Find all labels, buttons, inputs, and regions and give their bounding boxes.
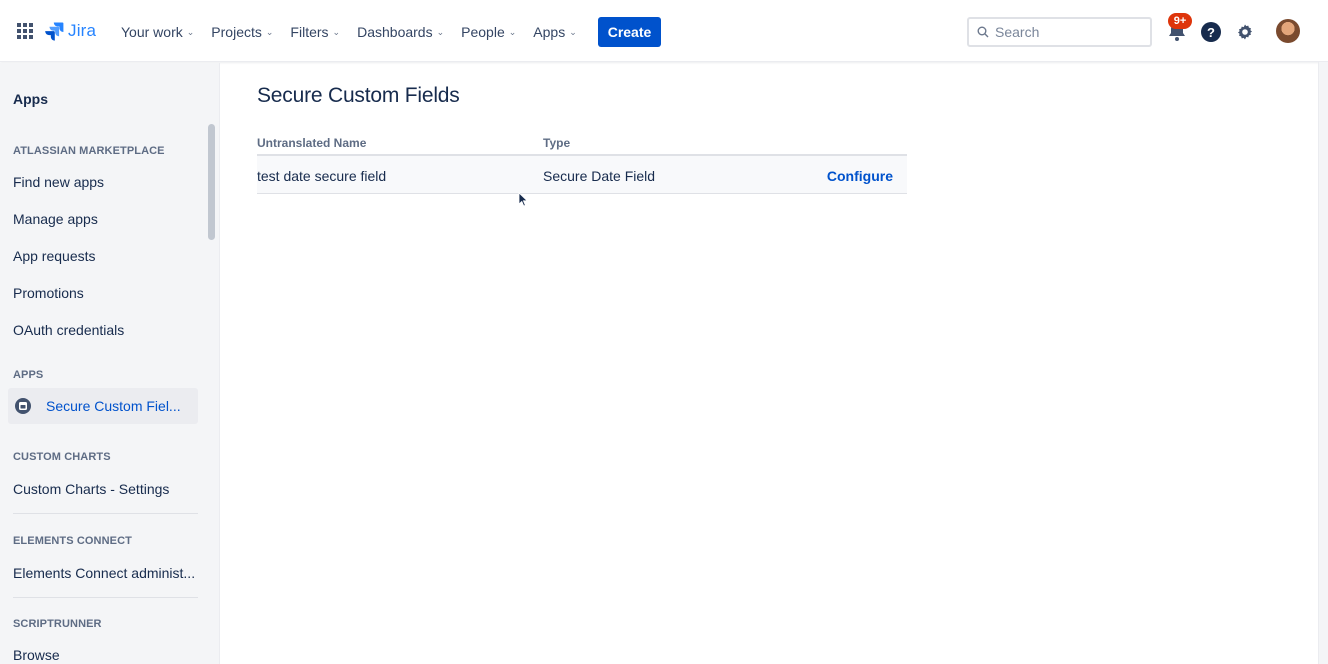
sidebar-item-browse[interactable]: Browse [13, 647, 60, 663]
section-apps: APPS [13, 369, 44, 381]
chevron-down-icon: ⌄ [265, 27, 274, 37]
column-header-type[interactable]: Type [543, 136, 570, 150]
sidebar-item-find-new-apps[interactable]: Find new apps [13, 174, 104, 190]
nav-label: Projects [211, 24, 262, 40]
sidebar-divider [13, 597, 198, 598]
nav-label: People [461, 24, 505, 40]
sidebar-item-label: Secure Custom Fiel... [46, 398, 181, 414]
sidebar-heading: Apps [13, 91, 48, 107]
field-type-cell: Secure Date Field [543, 168, 656, 184]
nav-label: Filters [290, 24, 329, 40]
configure-link[interactable]: Configure [827, 168, 893, 184]
logo-text: Jira [68, 21, 97, 40]
page-title: Secure Custom Fields [257, 84, 460, 107]
nav-dashboards[interactable]: Dashboards ⌄ [357, 24, 444, 40]
sidebar-item-elements-connect-admin[interactable]: Elements Connect administ... [13, 565, 195, 581]
nav-label: Dashboards [357, 24, 433, 40]
nav-people[interactable]: People ⌄ [461, 24, 516, 40]
chevron-down-icon: ⌄ [436, 27, 445, 37]
section-atlassian-marketplace: ATLASSIAN MARKETPLACE [13, 145, 165, 157]
chevron-down-icon: ⌄ [332, 27, 341, 37]
table-header: Untranslated Name Type [257, 130, 907, 156]
page-scrollbar[interactable] [1318, 62, 1328, 664]
mouse-cursor-icon [518, 192, 528, 207]
nav-your-work[interactable]: Your work ⌄ [121, 24, 194, 40]
search-box[interactable] [967, 17, 1152, 47]
sidebar-item-secure-custom-fields[interactable]: Secure Custom Fiel... [8, 388, 198, 424]
chevron-down-icon: ⌄ [508, 27, 517, 37]
search-icon [977, 26, 989, 38]
nav-filters[interactable]: Filters ⌄ [290, 24, 340, 40]
sidebar-item-custom-charts-settings[interactable]: Custom Charts - Settings [13, 481, 169, 497]
jira-logo[interactable]: Jira [44, 20, 96, 42]
secure-field-app-icon [15, 398, 31, 414]
section-scriptrunner: SCRIPTRUNNER [13, 618, 102, 630]
field-name-cell: test date secure field [257, 168, 387, 184]
chevron-down-icon: ⌄ [186, 27, 195, 37]
section-elements-connect: ELEMENTS CONNECT [13, 535, 132, 547]
nav-label: Apps [533, 24, 566, 40]
search-input[interactable] [995, 24, 1135, 40]
sidebar-item-oauth-credentials[interactable]: OAuth credentials [13, 322, 124, 338]
avatar[interactable] [1276, 19, 1300, 43]
custom-fields-table: Untranslated Name Type test date secure … [257, 130, 907, 194]
jira-logo-icon [45, 22, 64, 41]
primary-nav: Your work ⌄ Projects ⌄ Filters ⌄ Dashboards… [121, 21, 594, 43]
sidebar-item-promotions[interactable]: Promotions [13, 285, 84, 301]
table-row: test date secure field Secure Date Field… [257, 156, 907, 194]
top-navigation: Jira Your work ⌄ Projects ⌄ Filters ⌄ Dashb… [0, 0, 1328, 62]
sidebar-scrollbar[interactable] [208, 124, 215, 240]
notification-badge: 9+ [1168, 13, 1192, 29]
settings-icon[interactable] [1235, 22, 1255, 42]
nav-projects[interactable]: Projects ⌄ [211, 24, 273, 40]
app-switcher-icon[interactable] [17, 23, 33, 39]
nav-apps[interactable]: Apps ⌄ [533, 24, 576, 40]
nav-label: Your work [121, 24, 183, 40]
create-button[interactable]: Create [598, 17, 661, 47]
sidebar-item-app-requests[interactable]: App requests [13, 248, 96, 264]
section-custom-charts: CUSTOM CHARTS [13, 451, 111, 463]
column-header-name[interactable]: Untranslated Name [257, 136, 366, 150]
chevron-down-icon: ⌄ [569, 27, 577, 37]
help-icon[interactable]: ? [1201, 22, 1221, 42]
sidebar-divider [13, 513, 198, 514]
sidebar-item-manage-apps[interactable]: Manage apps [13, 211, 98, 227]
